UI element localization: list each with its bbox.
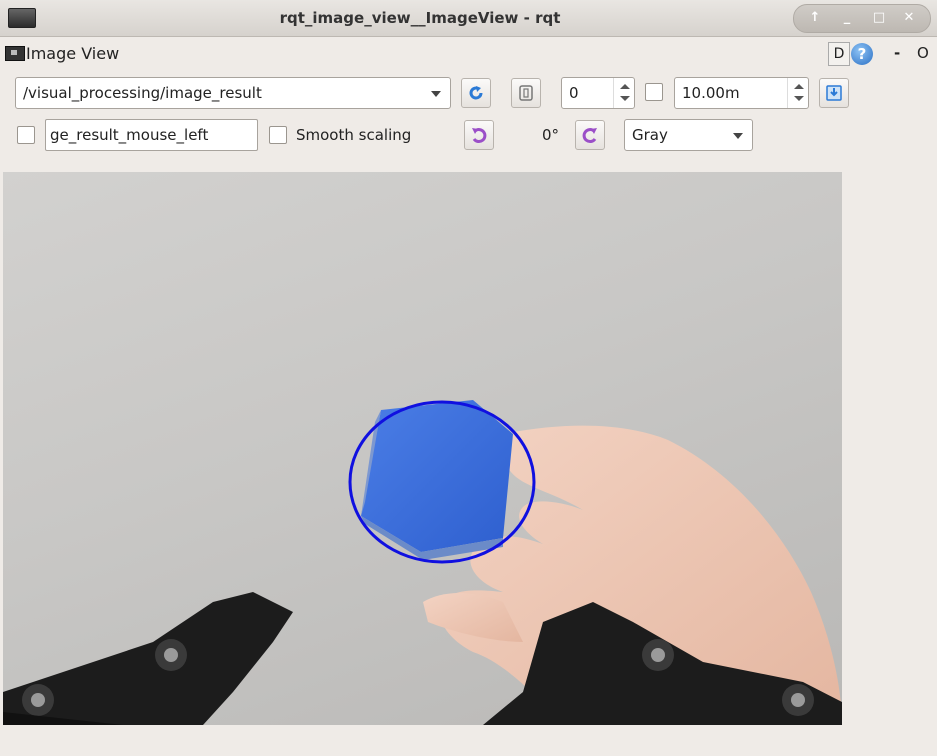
window-titlebar[interactable]: rqt_image_view__ImageView - rqt ↑ _ □ ✕ — [0, 0, 937, 37]
maximize-icon[interactable]: □ — [868, 9, 890, 27]
help-icon[interactable]: ? — [851, 43, 873, 65]
spin-down-icon[interactable] — [619, 93, 631, 105]
rotate-left-icon — [472, 128, 487, 144]
chevron-down-icon — [733, 133, 743, 139]
window-controls: ↑ _ □ ✕ — [793, 4, 931, 33]
smooth-scaling-label: Smooth scaling — [296, 126, 412, 144]
up-icon[interactable]: ↑ — [804, 9, 826, 27]
rotation-label: 0° — [542, 126, 560, 144]
frame-icon — [519, 85, 533, 101]
image-view-icon — [5, 46, 25, 61]
spin-up-icon[interactable] — [619, 81, 631, 93]
refresh-topics-button[interactable] — [461, 78, 491, 108]
color-scheme-value: Gray — [632, 126, 668, 144]
frame-spinbox[interactable]: 0 — [561, 77, 635, 109]
minimize-panel-button[interactable]: - — [894, 44, 900, 62]
refresh-icon — [469, 86, 483, 100]
rotate-right-icon — [582, 128, 597, 144]
left-gripper — [3, 592, 293, 725]
topic-select-value: /visual_processing/image_result — [23, 84, 262, 102]
panel-title: Image View — [26, 44, 120, 63]
dock-button[interactable]: D — [828, 42, 850, 66]
blue-cube — [361, 400, 513, 560]
camera-image-content — [3, 400, 842, 725]
mouse-topic-field[interactable]: ge_result_mouse_left — [45, 119, 258, 151]
frame-pause-button[interactable] — [511, 78, 541, 108]
window-title: rqt_image_view__ImageView - rqt — [279, 9, 561, 27]
frame-spinbox-value: 0 — [569, 84, 579, 102]
rotate-right-button[interactable] — [575, 120, 605, 150]
close-icon[interactable]: ✕ — [898, 9, 920, 27]
close-panel-button[interactable]: O — [917, 44, 929, 62]
rate-checkbox[interactable] — [645, 83, 663, 101]
smooth-scaling-checkbox[interactable] — [269, 126, 287, 144]
camera-image[interactable] — [3, 172, 842, 725]
spin-down-icon[interactable] — [793, 93, 805, 105]
mouse-publish-checkbox[interactable] — [17, 126, 35, 144]
spin-up-icon[interactable] — [793, 81, 805, 93]
save-image-button[interactable] — [819, 78, 849, 108]
save-icon — [826, 85, 842, 101]
minimize-icon[interactable]: _ — [836, 9, 858, 27]
rate-spinbox[interactable]: 10.00m — [674, 77, 809, 109]
chevron-down-icon — [431, 91, 441, 97]
color-scheme-select[interactable]: Gray — [624, 119, 753, 151]
rate-spinbox-value: 10.00m — [682, 84, 740, 102]
topic-select[interactable]: /visual_processing/image_result — [15, 77, 451, 109]
rotate-left-button[interactable] — [464, 120, 494, 150]
